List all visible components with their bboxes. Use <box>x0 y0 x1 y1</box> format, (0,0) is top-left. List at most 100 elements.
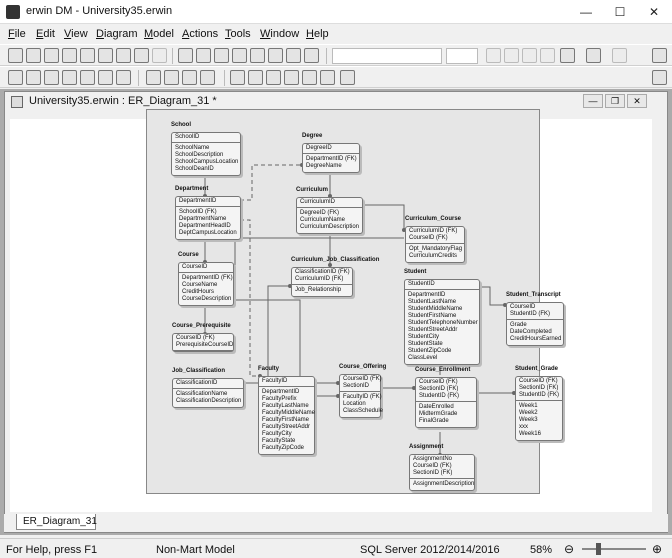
entity-attribute[interactable]: StudentID (FK) <box>510 311 560 318</box>
doc-close-button[interactable]: ✕ <box>627 94 647 108</box>
entity-attribute[interactable]: PrerequisiteCourseID <box>176 342 233 349</box>
entity-attribute[interactable]: Week2 <box>519 410 559 417</box>
display-level-5-icon[interactable] <box>80 70 95 85</box>
entity-course-enrollment[interactable]: Course_Enrollment CourseID (FK) SectionID… <box>415 367 477 428</box>
minimize-button[interactable]: — <box>570 0 602 24</box>
find-icon[interactable] <box>80 48 95 63</box>
display-level-4-icon[interactable] <box>62 70 77 85</box>
entity-attribute[interactable]: CourseID (FK) <box>176 335 230 342</box>
entity-attribute[interactable]: DegreeName <box>306 163 356 170</box>
menu-edit[interactable]: Edit <box>36 28 55 40</box>
entity-attribute[interactable]: Week16 <box>519 431 559 438</box>
save-icon[interactable] <box>44 48 59 63</box>
entity-attribute[interactable]: StudentFirstName <box>408 313 476 320</box>
many-to-many-icon[interactable] <box>304 48 319 63</box>
entity-attribute[interactable]: DepartmentID <box>262 389 311 396</box>
entity-attribute[interactable]: CreditHours <box>182 289 230 296</box>
menu-tools[interactable]: Tools <box>225 28 251 40</box>
entity-attribute[interactable]: FacultyID <box>262 378 311 385</box>
entity-attribute[interactable]: StudentStreetAddr <box>408 327 476 334</box>
display-level-6-icon[interactable] <box>98 70 113 85</box>
text-block-icon[interactable] <box>286 48 301 63</box>
toolbar-overflow-icon[interactable] <box>652 48 667 63</box>
relationship-identifying-icon[interactable] <box>232 48 247 63</box>
entity-attribute[interactable]: Location <box>343 401 377 408</box>
align-center-icon[interactable] <box>266 70 281 85</box>
entity-attribute[interactable]: DeptCampusLocation <box>179 230 237 237</box>
align-top-icon[interactable] <box>248 70 263 85</box>
entity-department[interactable]: Department DepartmentID SchoolID (FK) Depa… <box>175 186 241 240</box>
tab-er-diagram[interactable]: ER_Diagram_31 <box>16 514 97 530</box>
menu-model[interactable]: Model <box>144 28 174 40</box>
zoom-fit-icon[interactable] <box>182 70 197 85</box>
menu-help[interactable]: Help <box>306 28 329 40</box>
entity-attribute[interactable]: SchoolCampusLocation <box>175 159 238 166</box>
entity-icon[interactable] <box>196 48 211 63</box>
menu-file[interactable]: File <box>8 28 26 40</box>
entity-student[interactable]: Student StudentID DepartmentID StudentLast… <box>404 269 480 365</box>
entity-attribute[interactable]: CurriculumName <box>300 217 359 224</box>
font-name-combo[interactable] <box>332 48 442 64</box>
entity-attribute[interactable]: StudentState <box>408 341 476 348</box>
entity-attribute[interactable]: SectionID <box>343 383 377 390</box>
maximize-button[interactable]: ☐ <box>604 0 636 24</box>
zoom-in-button[interactable]: ⊕ <box>652 542 662 556</box>
print-icon[interactable] <box>62 48 77 63</box>
menu-actions[interactable]: Actions <box>182 28 218 40</box>
cut-icon[interactable] <box>98 48 113 63</box>
entity-attribute[interactable]: Week1 <box>519 403 559 410</box>
entity-attribute[interactable]: CourseID <box>510 304 560 311</box>
toolbar2-overflow-icon[interactable] <box>652 70 667 85</box>
entity-course[interactable]: Course CourseID DepartmentID (FK) CourseNa… <box>178 252 234 306</box>
entity-attribute[interactable]: FacultyStreetAddr <box>262 424 311 431</box>
redo-icon[interactable] <box>152 48 167 63</box>
entity-attribute[interactable]: FacultyFirstName <box>262 417 311 424</box>
entity-attribute[interactable]: Job_Relationship <box>295 287 349 294</box>
align-bottom-icon[interactable] <box>302 70 317 85</box>
entity-attribute[interactable]: CourseID (FK) <box>343 376 382 383</box>
entity-attribute[interactable]: Grade <box>510 322 560 329</box>
undo-icon[interactable] <box>134 48 149 63</box>
entity-attribute[interactable]: FacultyState <box>262 438 311 445</box>
entity-attribute[interactable]: StudentID <box>408 281 476 288</box>
entity-attribute[interactable]: MidtermGrade <box>419 411 473 418</box>
entity-attribute[interactable]: CurriculumID <box>300 199 359 206</box>
menu-diagram[interactable]: Diagram <box>96 28 138 40</box>
entity-attribute[interactable]: StudentID (FK) <box>519 392 559 399</box>
entity-attribute[interactable]: DegreeID <box>306 145 356 152</box>
zoom-slider-thumb[interactable] <box>596 543 601 555</box>
entity-attribute[interactable]: FacultyCity <box>262 431 311 438</box>
entity-attribute[interactable]: SchoolName <box>175 145 237 152</box>
entity-course-prerequisite[interactable]: Course_Prerequisite CourseID (FK) Prerequ… <box>172 323 234 352</box>
entity-attribute[interactable]: SchoolDeanID <box>175 166 237 173</box>
entity-attribute[interactable]: StudentLastName <box>408 299 476 306</box>
entity-curriculum-job-classification[interactable]: Curriculum_Job_Classification Classifica… <box>291 257 379 297</box>
entity-assignment[interactable]: Assignment AssignmentNo CourseID (FK) Sect… <box>409 444 475 491</box>
entity-attribute[interactable]: CreditHoursEarned <box>510 336 561 343</box>
display-level-7-icon[interactable] <box>116 70 131 85</box>
entity-attribute[interactable]: CurriculumID (FK) <box>409 228 461 235</box>
close-button[interactable]: ✕ <box>638 0 670 24</box>
entity-job-classification[interactable]: Job_Classification ClassificationID Class… <box>172 368 244 408</box>
entity-attribute[interactable]: CourseName <box>182 282 230 289</box>
entity-attribute[interactable]: ClassificationDescription <box>176 398 241 405</box>
align-right-icon[interactable] <box>320 70 335 85</box>
entity-attribute[interactable]: SectionID (FK) <box>519 385 559 392</box>
entity-attribute[interactable]: FacultyPrefix <box>262 396 311 403</box>
font-size-combo[interactable] <box>446 48 478 64</box>
strikethrough-icon[interactable] <box>540 48 555 63</box>
entity-attribute[interactable]: DepartmentID <box>179 198 237 205</box>
entity-attribute[interactable]: CourseID (FK) <box>419 379 473 386</box>
entity-attribute[interactable]: CourseID <box>182 264 230 271</box>
entity-attribute[interactable]: DepartmentID <box>408 292 476 299</box>
entity-attribute[interactable]: CourseID (FK) <box>519 378 559 385</box>
menu-view[interactable]: View <box>64 28 88 40</box>
entity-attribute[interactable]: SectionID (FK) <box>413 470 471 477</box>
entity-attribute[interactable]: AssignmentDescription <box>413 481 474 488</box>
zoom-out-button[interactable]: ⊖ <box>564 542 574 556</box>
align-left-icon[interactable] <box>230 70 245 85</box>
display-level-1-icon[interactable] <box>8 70 23 85</box>
layout-icon[interactable] <box>340 70 355 85</box>
entity-attribute[interactable]: StudentID (FK) <box>419 393 473 400</box>
entity-degree[interactable]: Degree DegreeID DepartmentID (FK) DegreeNa… <box>302 133 360 173</box>
